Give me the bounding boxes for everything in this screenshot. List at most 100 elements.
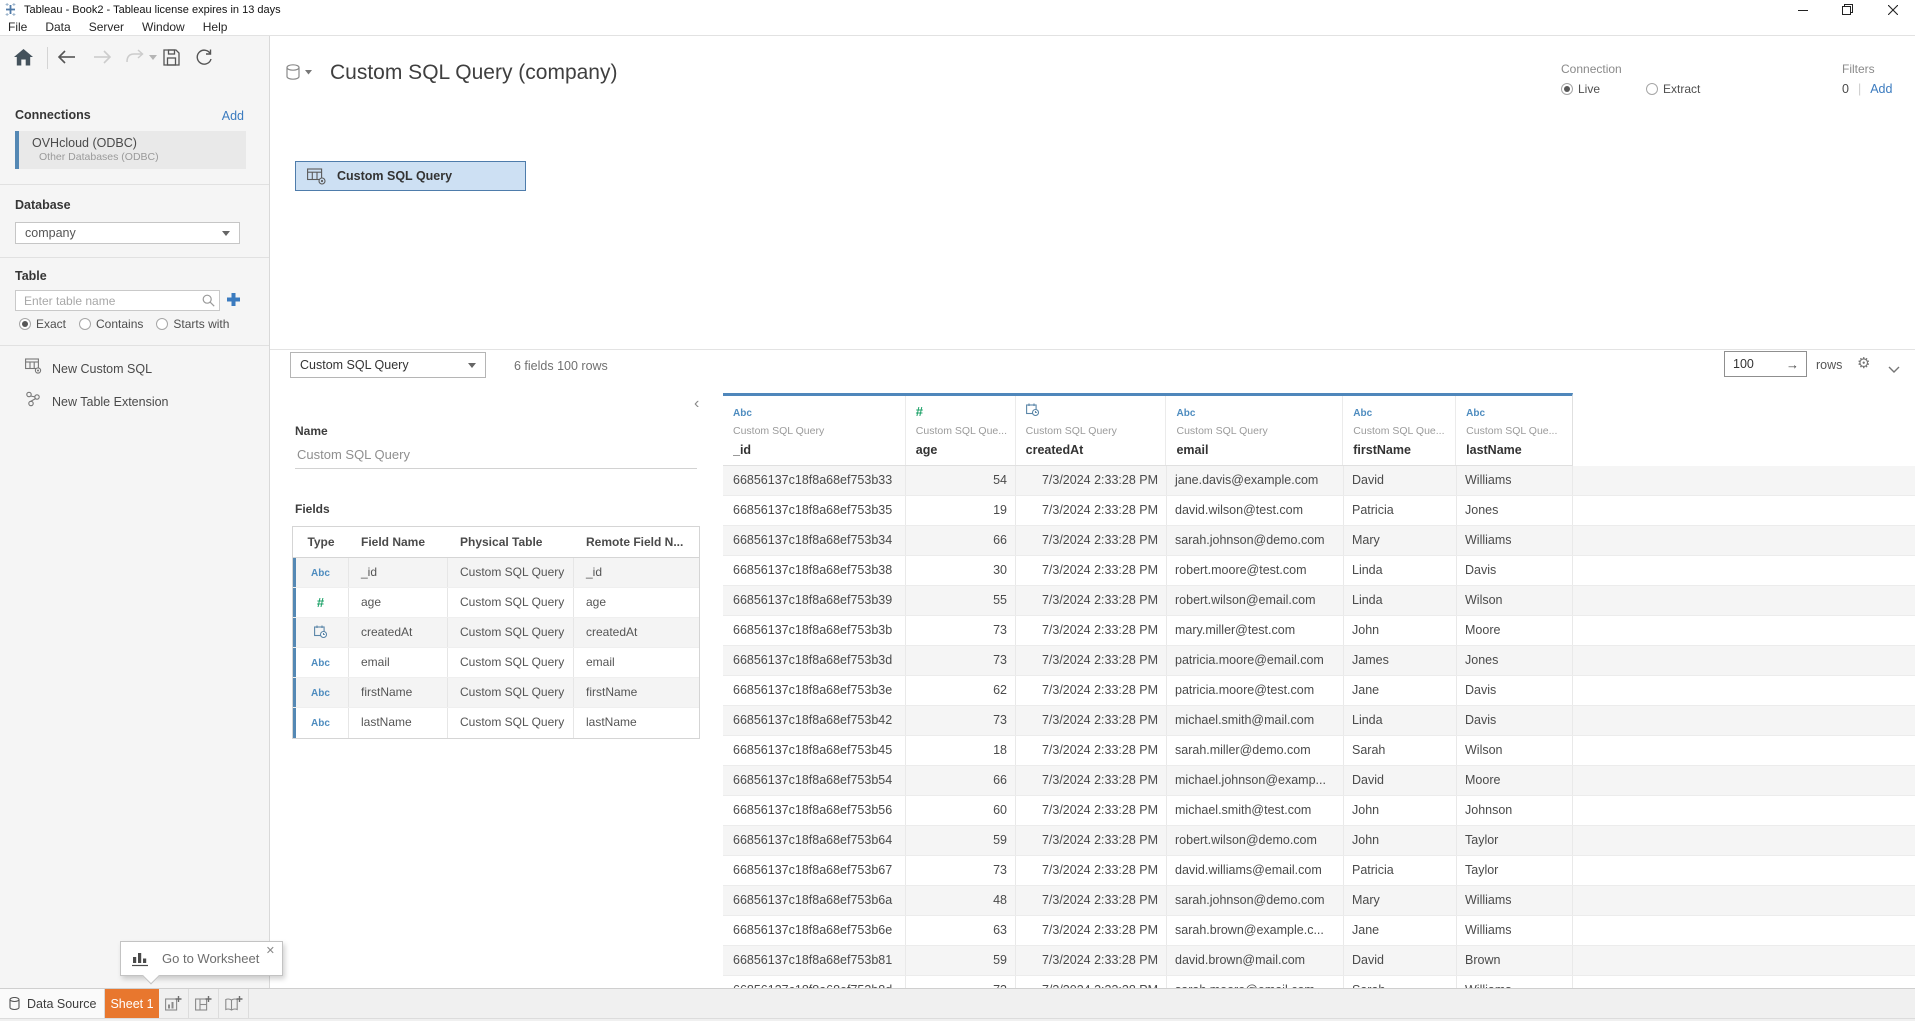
grid-column-header[interactable]: Abc # Custom SQL Que... age <box>906 396 1016 465</box>
filters-label: Filters <box>1842 62 1892 76</box>
close-button[interactable] <box>1870 0 1915 19</box>
menu-item[interactable]: Server <box>89 20 124 34</box>
table-selector-dropdown[interactable]: Custom SQL Query <box>290 352 486 378</box>
new-dashboard-button[interactable] <box>189 989 219 1018</box>
fields-col-type[interactable]: Type <box>293 535 349 549</box>
match-option-radio[interactable]: Starts with <box>156 317 229 331</box>
match-option-radio[interactable]: Exact <box>19 317 66 331</box>
toolbar-separator <box>47 47 48 69</box>
apply-rows-icon[interactable]: → <box>1786 357 1799 372</box>
cell-firstname: John <box>1344 826 1457 855</box>
sidebar-action[interactable]: New Custom SQL <box>25 358 152 379</box>
datasource-icon[interactable] <box>286 64 312 84</box>
cell-createdat: 7/3/2024 2:33:28 PM <box>1016 556 1167 585</box>
grid-column-header[interactable]: Abc # Custom SQL Query email <box>1166 396 1343 465</box>
add-table-icon[interactable] <box>226 292 241 312</box>
cell-filler <box>1573 856 1915 885</box>
string-type-icon: Abc <box>311 559 330 587</box>
menu-bar: File Data Server Window Help <box>0 19 1915 36</box>
database-select[interactable]: company <box>15 222 240 244</box>
cell-lastname: Moore <box>1457 766 1573 795</box>
grid-column-header[interactable]: Abc # Custom SQL Query createdAt <box>1016 396 1167 465</box>
grid-column-header[interactable]: Abc # Custom SQL Que... lastName <box>1456 396 1572 465</box>
chevron-down-icon[interactable] <box>1888 360 1900 378</box>
connection-type-radio[interactable]: Live <box>1561 82 1600 96</box>
cell-id: 66856137c18f8a68ef753b64 <box>723 826 906 855</box>
cell-age: 73 <box>906 856 1016 885</box>
divider <box>0 257 269 258</box>
sidebar: Connections Add OVHcloud (ODBC) Other Da… <box>0 36 270 988</box>
radio-label: Exact <box>36 317 66 331</box>
filters-block: Filters 0 | Add <box>1842 62 1892 96</box>
cell-id: 66856137c18f8a68ef753b33 <box>723 466 906 495</box>
cell-lastname: Jones <box>1457 646 1573 675</box>
field-row[interactable]: Abc # email Custom SQL Query email <box>293 648 699 678</box>
menu-item[interactable]: Window <box>142 20 185 34</box>
field-row[interactable]: Abc # createdAt Custom SQL Query created… <box>293 618 699 648</box>
redo-dropdown-icon[interactable] <box>149 55 157 60</box>
cell-filler <box>1573 526 1915 555</box>
menu-item[interactable]: File <box>8 20 27 34</box>
close-icon[interactable]: ✕ <box>266 944 275 957</box>
restore-button[interactable] <box>1825 0 1870 19</box>
grid-row: 66856137c18f8a68ef753b6e 63 7/3/2024 2:3… <box>723 916 1915 946</box>
table-selector-value: Custom SQL Query <box>291 358 468 372</box>
table-name-input[interactable] <box>295 445 697 469</box>
new-story-icon <box>225 996 243 1011</box>
cell-createdat: 7/3/2024 2:33:28 PM <box>1016 526 1167 555</box>
cell-createdat: 7/3/2024 2:33:28 PM <box>1016 736 1167 765</box>
tab-sheet1[interactable]: Sheet 1 <box>105 989 159 1018</box>
physical-table-cell: Custom SQL Query <box>448 648 574 677</box>
add-connection-link[interactable]: Add <box>222 109 244 123</box>
menu-item[interactable]: Data <box>45 20 70 34</box>
string-type-icon: Abc <box>1466 408 1485 419</box>
datetime-type-icon <box>1026 403 1039 421</box>
filters-add-link[interactable]: Add <box>1870 82 1892 96</box>
fields-col-fieldname[interactable]: Field Name <box>349 535 448 549</box>
new-worksheet-button[interactable] <box>159 989 189 1018</box>
tableau-logo-icon <box>4 3 17 16</box>
sidebar-action[interactable]: New Table Extension <box>25 391 169 412</box>
cell-lastname: Davis <box>1457 706 1573 735</box>
grid-column-header[interactable]: Abc # Custom SQL Query _id <box>723 396 906 465</box>
fields-table-header: Type Field Name Physical Table Remote Fi… <box>293 527 699 558</box>
tab-data-source[interactable]: Data Source <box>0 989 105 1018</box>
save-icon[interactable] <box>163 49 180 66</box>
cell-filler <box>1573 946 1915 975</box>
table-search-input[interactable] <box>15 290 220 311</box>
cell-id: 66856137c18f8a68ef753b81 <box>723 946 906 975</box>
field-row[interactable]: Abc # lastName Custom SQL Query lastName <box>293 708 699 738</box>
collapse-panel-icon[interactable]: ‹ <box>694 395 699 413</box>
match-option-radio[interactable]: Contains <box>79 317 143 331</box>
field-row[interactable]: Abc # age Custom SQL Query age <box>293 588 699 618</box>
field-row[interactable]: Abc # firstName Custom SQL Query firstNa… <box>293 678 699 708</box>
menu-item[interactable]: Help <box>203 20 228 34</box>
rows-label: rows <box>1816 358 1842 372</box>
row-limit-input[interactable] <box>1725 357 1770 371</box>
back-icon[interactable] <box>57 49 76 65</box>
fields-col-physicaltable[interactable]: Physical Table <box>448 535 574 549</box>
string-type-icon: Abc <box>1176 408 1195 419</box>
gear-icon[interactable]: ⚙ <box>1857 354 1870 372</box>
cell-filler <box>1573 886 1915 915</box>
grid-row: 66856137c18f8a68ef753b45 18 7/3/2024 2:3… <box>723 736 1915 766</box>
grid-column-header[interactable]: Abc # Custom SQL Que... firstName <box>1343 396 1456 465</box>
field-row[interactable]: Abc # _id Custom SQL Query _id <box>293 558 699 588</box>
cell-createdat: 7/3/2024 2:33:28 PM <box>1016 946 1167 975</box>
refresh-icon[interactable] <box>195 49 213 66</box>
connection-type-radio[interactable]: Extract <box>1646 82 1700 96</box>
connection-item-ovhcloud[interactable]: OVHcloud (ODBC) Other Databases (ODBC) <box>15 131 246 169</box>
cell-email: sarah.moore@email.com <box>1167 976 1344 988</box>
new-story-button[interactable] <box>219 989 249 1018</box>
custom-sql-query-table[interactable]: Custom SQL Query <box>295 161 526 191</box>
radio-icon <box>156 318 168 330</box>
physical-table-cell: Custom SQL Query <box>448 708 574 738</box>
datasource-cylinder-icon <box>9 997 20 1011</box>
redo-icon[interactable] <box>125 49 147 65</box>
forward-icon[interactable] <box>93 49 112 65</box>
fields-col-remote[interactable]: Remote Field N... <box>574 535 697 549</box>
home-icon[interactable] <box>14 49 33 66</box>
title-bar: Tableau - Book2 - Tableau license expire… <box>0 0 1915 19</box>
cell-email: sarah.johnson@demo.com <box>1167 886 1344 915</box>
minimize-button[interactable] <box>1780 0 1825 19</box>
